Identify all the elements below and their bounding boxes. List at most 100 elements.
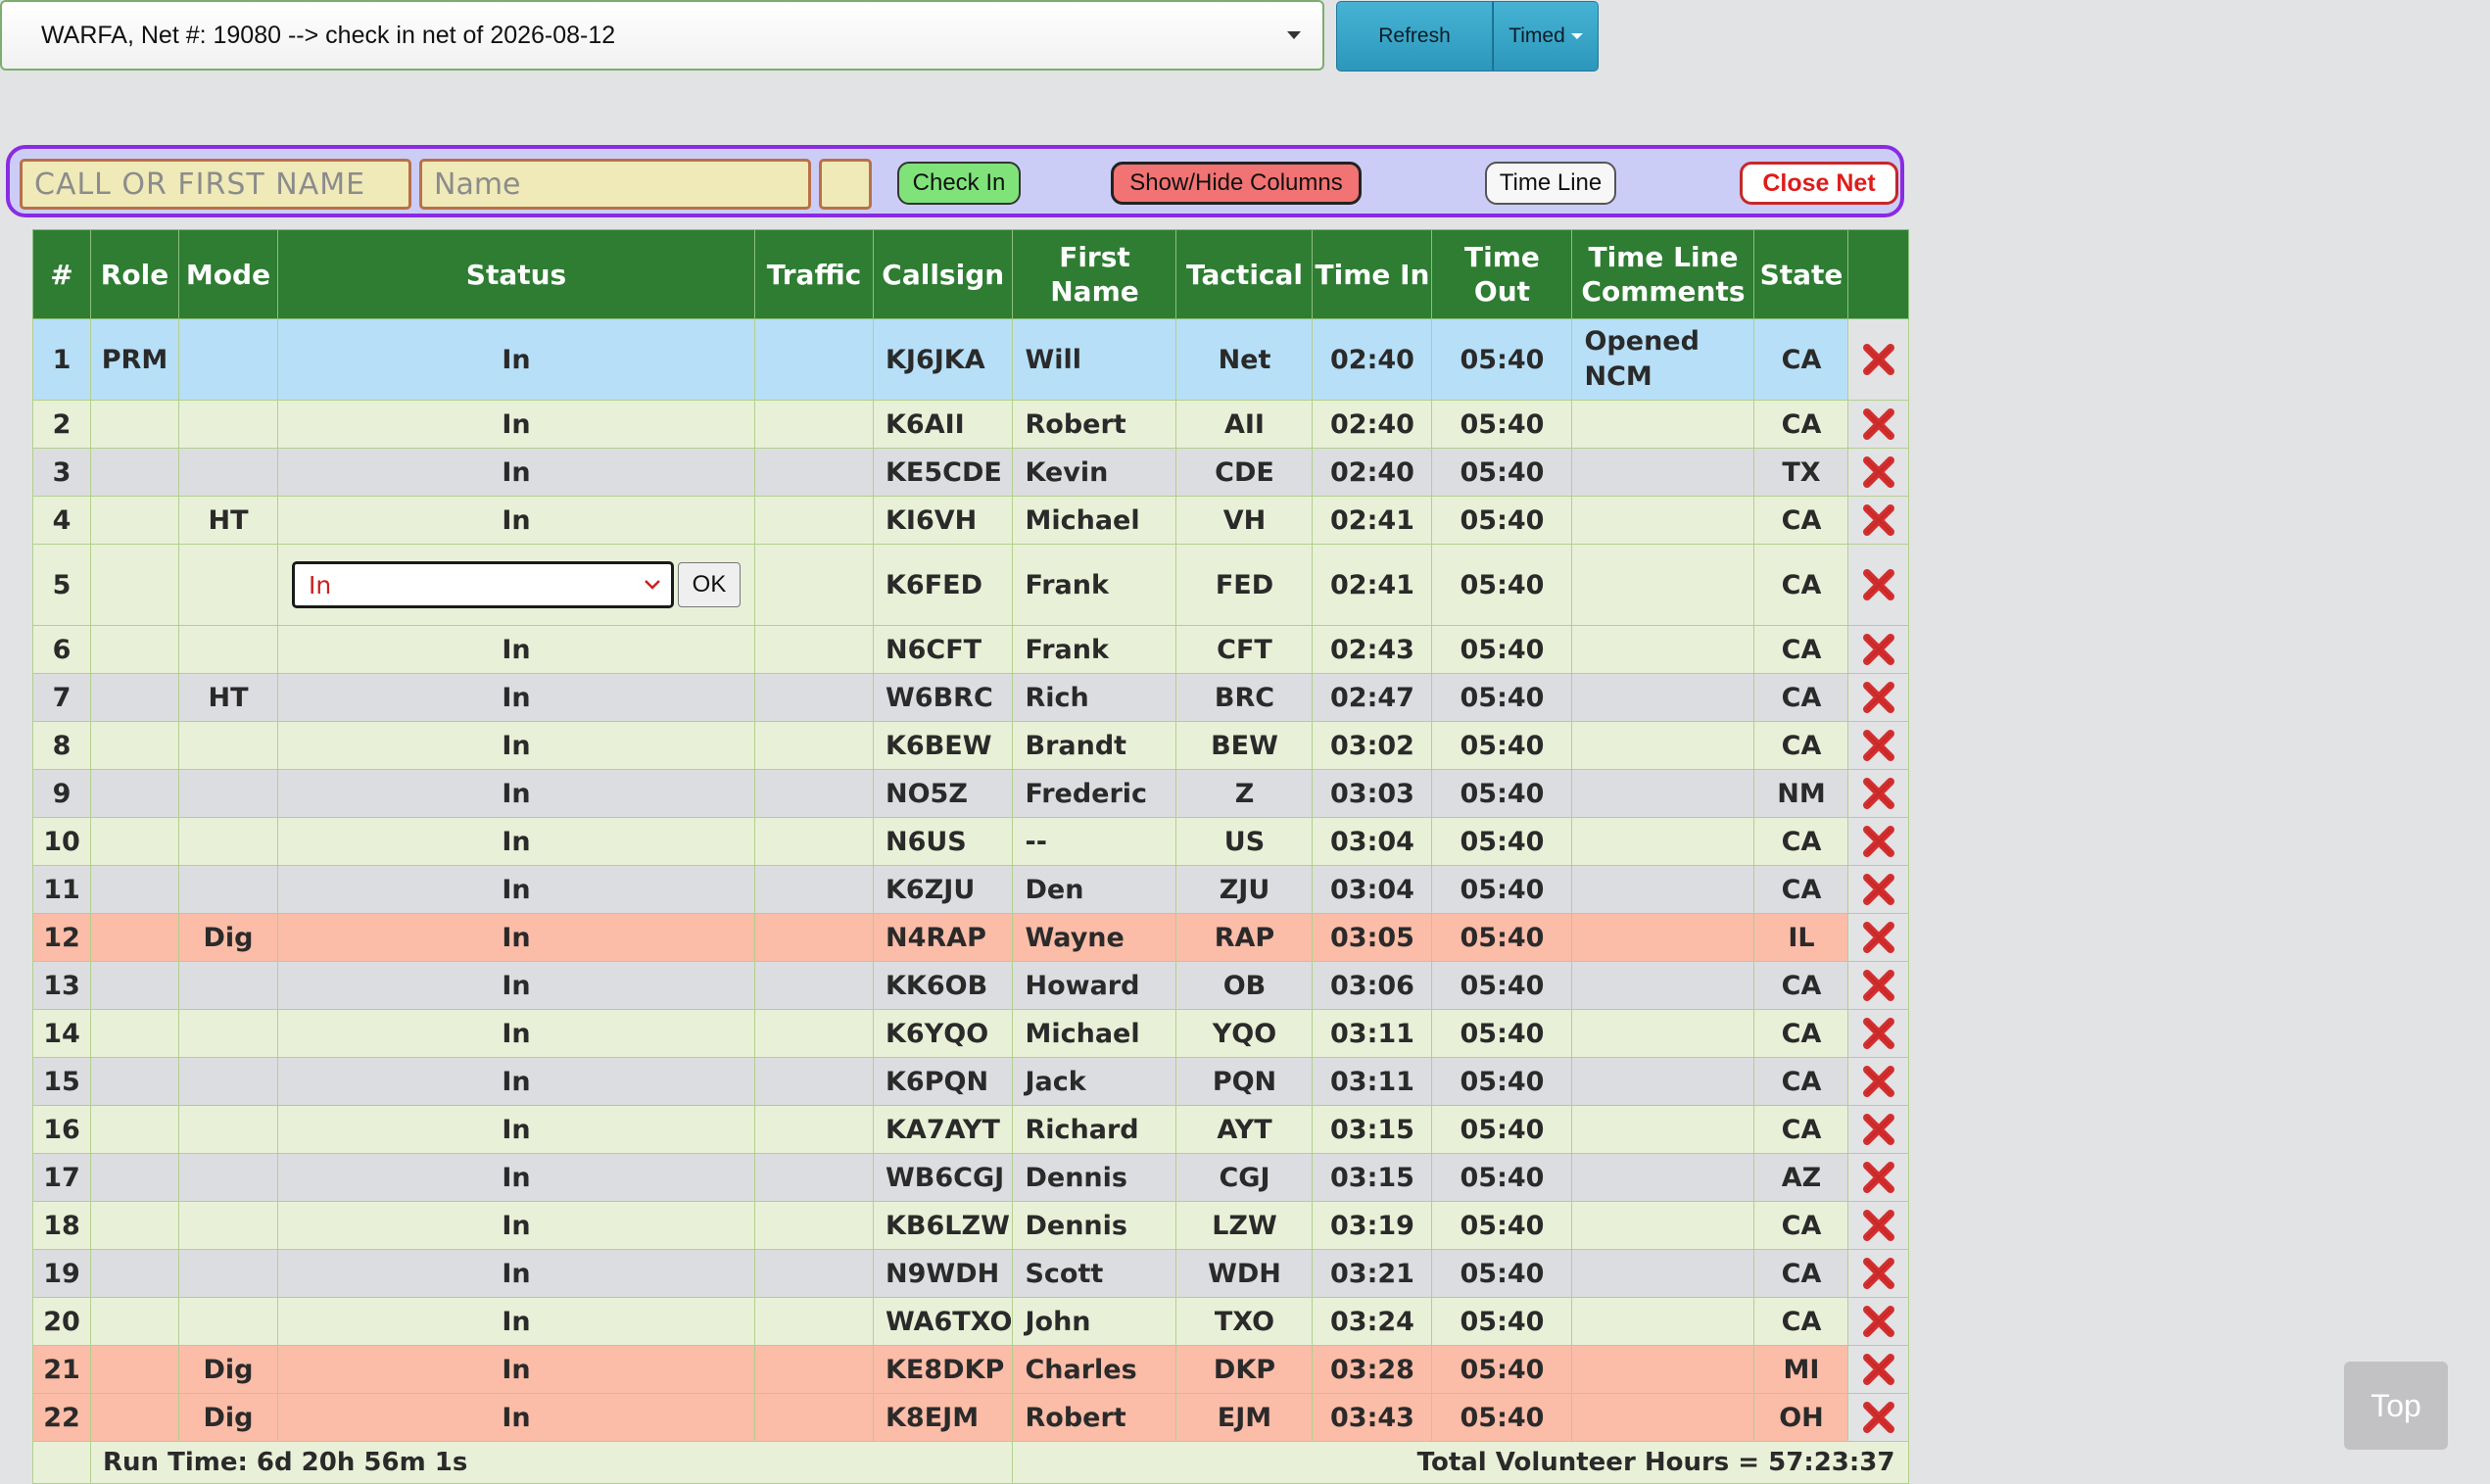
tactical-cell[interactable]: CFT xyxy=(1175,625,1314,674)
status-cell[interactable]: In xyxy=(277,673,755,722)
comments-cell[interactable] xyxy=(1571,1153,1755,1202)
role-cell[interactable] xyxy=(90,769,179,818)
traffic-cell[interactable] xyxy=(754,769,874,818)
delete-row-button[interactable] xyxy=(1847,1201,1910,1250)
traffic-cell[interactable] xyxy=(754,1297,874,1346)
role-cell[interactable] xyxy=(90,1249,179,1298)
traffic-cell[interactable] xyxy=(754,1249,874,1298)
mode-cell[interactable] xyxy=(178,1297,278,1346)
mode-cell[interactable]: HT xyxy=(178,673,278,722)
col-header-callsign[interactable]: Callsign xyxy=(872,229,1014,319)
col-header-time-in[interactable]: Time In xyxy=(1312,229,1433,319)
col-header-traffic[interactable]: Traffic xyxy=(754,229,874,319)
traffic-cell[interactable] xyxy=(754,400,874,449)
delete-row-button[interactable] xyxy=(1847,817,1910,866)
mode-cell[interactable] xyxy=(178,1105,278,1154)
role-cell[interactable] xyxy=(90,1201,179,1250)
mode-cell[interactable] xyxy=(178,318,278,401)
status-ok-button[interactable]: OK xyxy=(678,562,741,607)
tactical-cell[interactable]: BRC xyxy=(1175,673,1314,722)
comments-cell[interactable] xyxy=(1571,448,1755,497)
table-row[interactable]: 15 In K6PQN Jack PQN 03:11 05:40 CA xyxy=(32,1057,1910,1106)
mode-cell[interactable] xyxy=(178,1249,278,1298)
comments-cell[interactable] xyxy=(1571,913,1755,962)
mode-cell[interactable]: Dig xyxy=(178,1345,278,1394)
delete-row-button[interactable] xyxy=(1847,1105,1910,1154)
col-header-num[interactable]: # xyxy=(32,229,91,319)
callsign-input[interactable]: CALL OR FIRST NAME xyxy=(20,159,411,210)
status-cell[interactable]: In xyxy=(277,961,755,1010)
status-cell[interactable]: In xyxy=(277,448,755,497)
delete-row-button[interactable] xyxy=(1847,400,1910,449)
mode-cell[interactable] xyxy=(178,625,278,674)
table-row[interactable]: 2 In K6AII Robert AII 02:40 05:40 CA xyxy=(32,400,1910,449)
tactical-cell[interactable]: LZW xyxy=(1175,1201,1314,1250)
status-cell[interactable]: In OK xyxy=(277,544,755,626)
role-cell[interactable] xyxy=(90,721,179,770)
table-row[interactable]: 7 HT In W6BRC Rich BRC 02:47 05:40 CA xyxy=(32,673,1910,722)
mode-cell[interactable]: HT xyxy=(178,496,278,545)
comments-cell[interactable] xyxy=(1571,673,1755,722)
mode-cell[interactable] xyxy=(178,1153,278,1202)
status-cell[interactable]: In xyxy=(277,1153,755,1202)
delete-row-button[interactable] xyxy=(1847,673,1910,722)
mode-cell[interactable] xyxy=(178,865,278,914)
status-cell[interactable]: In xyxy=(277,1201,755,1250)
mode-cell[interactable] xyxy=(178,400,278,449)
role-cell[interactable] xyxy=(90,673,179,722)
table-row[interactable]: 16 In KA7AYT Richard AYT 03:15 05:40 CA xyxy=(32,1105,1910,1154)
traffic-cell[interactable] xyxy=(754,625,874,674)
time-line-button[interactable]: Time Line xyxy=(1485,162,1616,205)
show-hide-columns-button[interactable]: Show/Hide Columns xyxy=(1111,162,1362,205)
mode-cell[interactable] xyxy=(178,544,278,626)
delete-row-button[interactable] xyxy=(1847,496,1910,545)
table-row[interactable]: 3 In KE5CDE Kevin CDE 02:40 05:40 TX xyxy=(32,448,1910,497)
role-cell[interactable] xyxy=(90,865,179,914)
role-cell[interactable] xyxy=(90,817,179,866)
status-cell[interactable]: In xyxy=(277,1345,755,1394)
extra-input[interactable] xyxy=(819,159,872,210)
table-row[interactable]: 9 In NO5Z Frederic Z 03:03 05:40 NM xyxy=(32,769,1910,818)
tactical-cell[interactable]: RAP xyxy=(1175,913,1314,962)
table-row[interactable]: 22 Dig In K8EJM Robert EJM 03:43 05:40 OH xyxy=(32,1393,1910,1442)
mode-cell[interactable] xyxy=(178,769,278,818)
delete-row-button[interactable] xyxy=(1847,1297,1910,1346)
timed-dropdown-button[interactable]: Timed xyxy=(1493,1,1599,72)
role-cell[interactable] xyxy=(90,1105,179,1154)
tactical-cell[interactable]: Z xyxy=(1175,769,1314,818)
status-cell[interactable]: In xyxy=(277,1057,755,1106)
tactical-cell[interactable]: YQO xyxy=(1175,1009,1314,1058)
delete-row-button[interactable] xyxy=(1847,865,1910,914)
delete-row-button[interactable] xyxy=(1847,318,1910,401)
comments-cell[interactable] xyxy=(1571,496,1755,545)
table-row[interactable]: 10 In N6US -- US 03:04 05:40 CA xyxy=(32,817,1910,866)
table-row[interactable]: 12 Dig In N4RAP Wayne RAP 03:05 05:40 IL xyxy=(32,913,1910,962)
status-cell[interactable]: In xyxy=(277,769,755,818)
traffic-cell[interactable] xyxy=(754,544,874,626)
comments-cell[interactable] xyxy=(1571,544,1755,626)
scroll-top-button[interactable]: Top xyxy=(2344,1362,2448,1450)
tactical-cell[interactable]: DKP xyxy=(1175,1345,1314,1394)
tactical-cell[interactable]: EJM xyxy=(1175,1393,1314,1442)
tactical-cell[interactable]: VH xyxy=(1175,496,1314,545)
mode-cell[interactable] xyxy=(178,1057,278,1106)
status-cell[interactable]: In xyxy=(277,1297,755,1346)
tactical-cell[interactable]: TXO xyxy=(1175,1297,1314,1346)
col-header-status[interactable]: Status xyxy=(277,229,755,319)
traffic-cell[interactable] xyxy=(754,1345,874,1394)
role-cell[interactable] xyxy=(90,1153,179,1202)
role-cell[interactable] xyxy=(90,1057,179,1106)
tactical-cell[interactable]: AII xyxy=(1175,400,1314,449)
status-cell[interactable]: In xyxy=(277,1009,755,1058)
delete-row-button[interactable] xyxy=(1847,913,1910,962)
traffic-cell[interactable] xyxy=(754,1057,874,1106)
table-row[interactable]: 17 In WB6CGJ Dennis CGJ 03:15 05:40 AZ xyxy=(32,1153,1910,1202)
mode-cell[interactable]: Dig xyxy=(178,913,278,962)
table-row[interactable]: 5 In OK K6FED Frank FED 02:41 05:40 CA xyxy=(32,544,1910,626)
delete-row-button[interactable] xyxy=(1847,769,1910,818)
traffic-cell[interactable] xyxy=(754,913,874,962)
check-in-button[interactable]: Check In xyxy=(897,162,1021,205)
close-net-button[interactable]: Close Net xyxy=(1740,162,1898,205)
tactical-cell[interactable]: ZJU xyxy=(1175,865,1314,914)
status-cell[interactable]: In xyxy=(277,721,755,770)
